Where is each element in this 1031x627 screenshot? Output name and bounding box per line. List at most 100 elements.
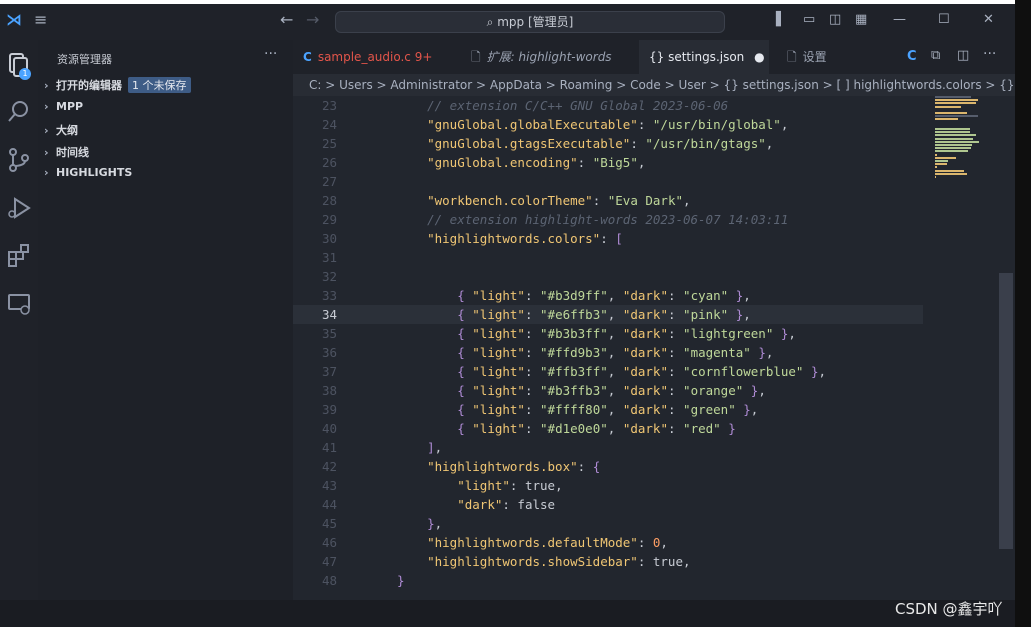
code-line[interactable]: 41 ], bbox=[293, 438, 923, 457]
breadcrumb[interactable]: C: > Users > Administrator > AppData > R… bbox=[293, 74, 1015, 96]
code-line[interactable]: 38 { "light": "#b3ffb3", "dark": "orange… bbox=[293, 381, 923, 400]
title-bar: ⋊ ≡ ← → ⌕ mpp [管理员] ▌ ▭ ◫ ▦ — ☐ ✕ bbox=[0, 0, 1031, 40]
split-editor-icon[interactable]: ◫ bbox=[957, 48, 969, 63]
code-line[interactable]: 46 "highlightwords.defaultMode": 0, bbox=[293, 533, 923, 552]
code-line[interactable]: 32 bbox=[293, 267, 923, 286]
code-line[interactable]: 26 "gnuGlobal.encoding": "Big5", bbox=[293, 153, 923, 172]
line-number: 27 bbox=[321, 174, 337, 189]
forward-arrow-icon[interactable]: → bbox=[306, 10, 319, 29]
tab-settings[interactable]: 🗋 设置 bbox=[787, 40, 867, 74]
toggle-secondary-sidebar-icon[interactable]: ◫ bbox=[829, 12, 841, 27]
code-line[interactable]: 42 "highlightwords.box": { bbox=[293, 457, 923, 476]
extensions-icon[interactable] bbox=[5, 242, 33, 270]
code-text: "workbench.colorTheme": "Eva Dark", bbox=[427, 193, 691, 208]
code-line[interactable]: 39 { "light": "#ffff80", "dark": "green"… bbox=[293, 400, 923, 419]
line-number: 23 bbox=[321, 98, 337, 113]
tab-label: 设置 bbox=[802, 50, 827, 64]
activity-bar: 1 bbox=[0, 40, 38, 627]
menu-icon[interactable]: ≡ bbox=[34, 10, 47, 29]
tab-settings-json[interactable]: {} settings.json ● bbox=[639, 40, 769, 74]
code-line[interactable]: 27 bbox=[293, 172, 923, 191]
minimap-line bbox=[935, 112, 967, 114]
tab-label: sample_audio.c 9+ bbox=[317, 50, 433, 64]
code-line[interactable]: 34 { "light": "#e6ffb3", "dark": "pink" … bbox=[293, 305, 923, 324]
editor-tabs: Csample_audio.c 9+ 🗋 扩展: highlight-words … bbox=[293, 40, 1015, 74]
remote-explorer-icon[interactable] bbox=[5, 290, 33, 318]
sidebar-item-highlights[interactable]: › HIGHLIGHTS bbox=[44, 166, 132, 179]
search-icon[interactable] bbox=[5, 98, 33, 126]
code-line[interactable]: 24 "gnuGlobal.globalExecutable": "/usr/b… bbox=[293, 115, 923, 134]
line-number: 29 bbox=[321, 212, 337, 227]
code-line[interactable]: 40 { "light": "#d1e0e0", "dark": "red" } bbox=[293, 419, 923, 438]
more-actions-icon[interactable]: ··· bbox=[983, 46, 996, 62]
explorer-sidebar: 资源管理器 ··· › 打开的编辑器 1 个未保存 › MPP › 大纲 › 时间线 › H… bbox=[38, 40, 293, 627]
maximize-icon[interactable]: ☐ bbox=[938, 12, 950, 27]
sidebar-item-timeline[interactable]: › 时间线 bbox=[44, 144, 89, 160]
minimap-line bbox=[935, 102, 977, 105]
code-line[interactable]: 31 bbox=[293, 248, 923, 267]
line-number: 42 bbox=[321, 459, 337, 474]
line-number: 26 bbox=[321, 155, 337, 170]
code-line[interactable]: 35 { "light": "#b3b3ff", "dark": "lightg… bbox=[293, 324, 923, 343]
tab-label: {} settings.json bbox=[649, 50, 745, 64]
code-line[interactable]: 29 // extension highlight-words 2023-06-… bbox=[293, 210, 923, 229]
tab-extension-highlight-words[interactable]: 🗋 扩展: highlight-words bbox=[471, 40, 631, 74]
customize-layout-icon[interactable]: ▦ bbox=[855, 12, 867, 27]
line-number: 32 bbox=[321, 269, 337, 284]
line-number: 25 bbox=[321, 136, 337, 151]
minimap-line bbox=[935, 153, 937, 156]
minimap[interactable] bbox=[935, 96, 985, 186]
code-line[interactable]: 45 }, bbox=[293, 514, 923, 533]
code-text: "highlightwords.box": { bbox=[427, 459, 601, 474]
code-text: "gnuGlobal.encoding": "Big5", bbox=[427, 155, 646, 170]
toggle-panel-icon[interactable]: ▭ bbox=[803, 12, 815, 27]
unsaved-badge: 1 个未保存 bbox=[128, 77, 191, 93]
code-text: { "light": "#d1e0e0", "dark": "red" } bbox=[457, 421, 736, 436]
code-text: } bbox=[397, 573, 405, 588]
minimap-line bbox=[935, 176, 936, 178]
toggle-sidebar-icon[interactable]: ▌ bbox=[776, 12, 786, 27]
code-line[interactable]: 44 "dark": false bbox=[293, 495, 923, 514]
code-text: // extension C/C++ GNU Global 2023-06-06 bbox=[397, 98, 729, 113]
minimap-line bbox=[935, 156, 956, 159]
code-line[interactable]: 28 "workbench.colorTheme": "Eva Dark", bbox=[293, 191, 923, 210]
back-arrow-icon[interactable]: ← bbox=[280, 10, 293, 29]
code-text: { "light": "#e6ffb3", "dark": "pink" }, bbox=[457, 307, 751, 322]
run-debug-icon[interactable] bbox=[5, 194, 33, 222]
code-line[interactable]: 30 "highlightwords.colors": [ bbox=[293, 229, 923, 248]
minimap-line bbox=[935, 160, 948, 162]
code-line[interactable]: 43 "light": true, bbox=[293, 476, 923, 495]
unsaved-dot-icon[interactable]: ● bbox=[754, 50, 764, 64]
sidebar-item-outline[interactable]: › 大纲 bbox=[44, 122, 78, 138]
code-text: "highlightwords.colors": [ bbox=[427, 231, 623, 246]
code-line[interactable]: 33 { "light": "#b3d9ff", "dark": "cyan" … bbox=[293, 286, 923, 305]
code-line[interactable]: 23 // extension C/C++ GNU Global 2023-06… bbox=[293, 96, 923, 115]
code-line[interactable]: 36 { "light": "#ffd9b3", "dark": "magent… bbox=[293, 343, 923, 362]
code-line[interactable]: 37 { "light": "#ffb3ff", "dark": "cornfl… bbox=[293, 362, 923, 381]
command-center-search[interactable]: ⌕ mpp [管理员] bbox=[335, 11, 725, 33]
code-line[interactable]: 48} bbox=[293, 571, 923, 590]
open-changes-icon[interactable]: ⧉ bbox=[931, 48, 940, 63]
sidebar-item-mpp[interactable]: › MPP bbox=[44, 100, 83, 113]
sidebar-item-label: 大纲 bbox=[56, 124, 78, 137]
sidebar-item-open-editors[interactable]: › 打开的编辑器 1 个未保存 bbox=[44, 77, 191, 93]
tab-sample-audio[interactable]: Csample_audio.c 9+ bbox=[303, 40, 463, 74]
code-text: { "light": "#b3b3ff", "dark": "lightgree… bbox=[457, 326, 796, 341]
vertical-scrollbar[interactable] bbox=[999, 273, 1013, 549]
more-actions-icon[interactable]: ··· bbox=[264, 46, 277, 62]
code-line[interactable]: 47 "highlightwords.showSidebar": true, bbox=[293, 552, 923, 571]
close-icon[interactable]: ✕ bbox=[983, 12, 994, 27]
code-line[interactable]: 25 "gnuGlobal.gtagsExecutable": "/usr/bi… bbox=[293, 134, 923, 153]
open-c-file-icon[interactable]: C bbox=[907, 49, 917, 64]
source-control-icon[interactable] bbox=[5, 146, 33, 174]
sidebar-item-label: MPP bbox=[56, 100, 84, 113]
code-text: ], bbox=[427, 440, 443, 455]
sidebar-item-label: 时间线 bbox=[56, 146, 89, 159]
minimize-icon[interactable]: — bbox=[893, 12, 906, 27]
code-text: "dark": false bbox=[457, 497, 556, 512]
minimap-line bbox=[935, 172, 967, 175]
code-text: { "light": "#ffd9b3", "dark": "magenta" … bbox=[457, 345, 774, 360]
line-number: 47 bbox=[321, 554, 337, 569]
code-text: }, bbox=[427, 516, 443, 531]
code-editor[interactable]: 23 // extension C/C++ GNU Global 2023-06… bbox=[293, 96, 1015, 600]
